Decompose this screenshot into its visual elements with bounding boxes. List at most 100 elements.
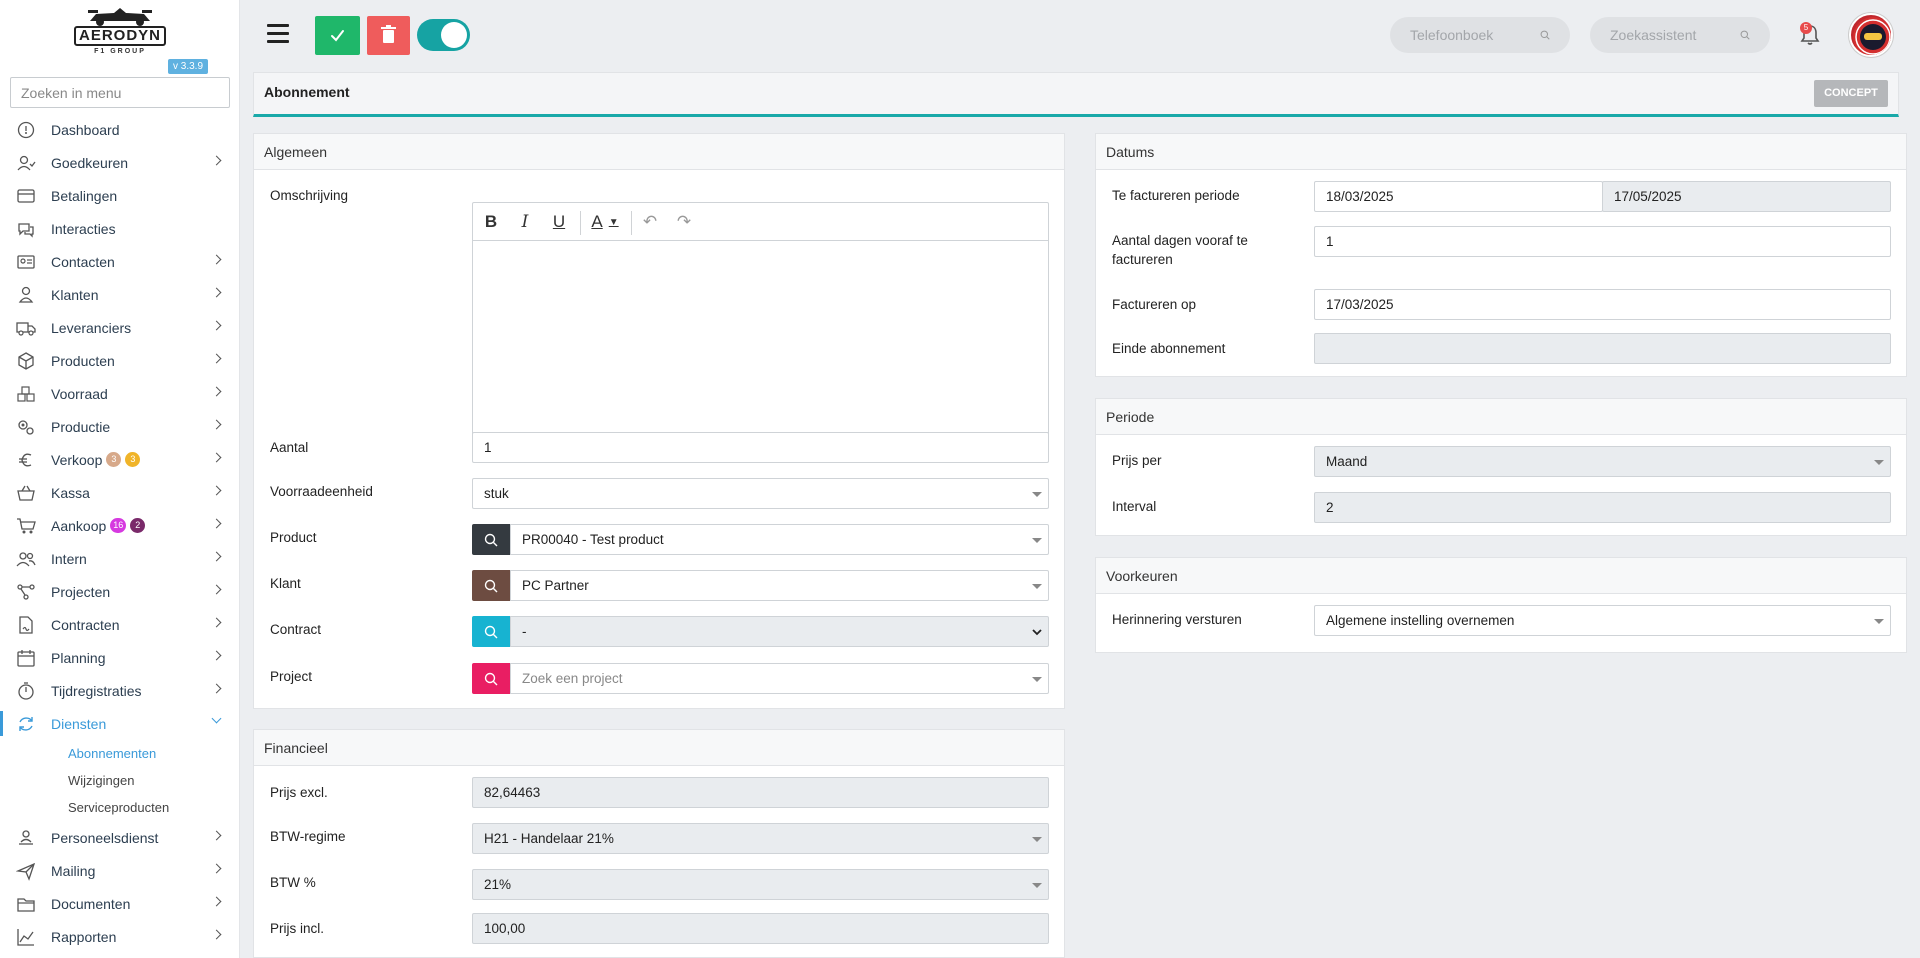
contract-search-button[interactable] xyxy=(472,616,510,647)
count-badge: 16 xyxy=(110,518,127,533)
voorraadeenheid-select[interactable]: stuk xyxy=(472,478,1049,509)
btw-regime-select[interactable]: H21 - Handelaar 21% xyxy=(472,823,1049,854)
sidebar-item-kassa[interactable]: Kassa xyxy=(0,476,239,509)
project-label: Project xyxy=(270,669,313,684)
sidebar-item-contacten[interactable]: Contacten xyxy=(0,245,239,278)
btw-pct-value: 21% xyxy=(484,877,512,892)
sidebar-item-leveranciers[interactable]: Leveranciers xyxy=(0,311,239,344)
assistant-input[interactable] xyxy=(1610,27,1740,43)
contact-card-icon xyxy=(16,252,36,272)
sidebar-item-voorraad[interactable]: Voorraad xyxy=(0,377,239,410)
btw-pct-select[interactable]: 21% xyxy=(472,869,1049,900)
sidebar-item-label: Contracten xyxy=(51,616,120,633)
sidebar-item-diensten[interactable]: Diensten xyxy=(0,707,239,740)
save-button[interactable] xyxy=(315,16,360,55)
sidebar-item-personeelsdienst[interactable]: Personeelsdienst xyxy=(0,821,239,854)
sidebar-item-mailing[interactable]: Mailing xyxy=(0,854,239,887)
redo-icon[interactable]: ↷ xyxy=(673,212,695,232)
check-icon xyxy=(331,30,344,42)
search-icon xyxy=(484,672,498,685)
avatar[interactable] xyxy=(1849,13,1893,57)
sidebar-item-goedkeuren[interactable]: Goedkeuren xyxy=(0,146,239,179)
dagen-label-line1: Aantal dagen vooraf te xyxy=(1112,233,1248,248)
menu-search-input[interactable] xyxy=(10,77,230,108)
dagen-label-line2: factureren xyxy=(1112,252,1173,267)
sidebar-item-planning[interactable]: Planning xyxy=(0,641,239,674)
chevron-right-icon xyxy=(211,584,222,595)
sidebar-item-producten[interactable]: Producten xyxy=(0,344,239,377)
chevron-right-icon xyxy=(211,320,222,331)
interval-input[interactable]: 2 xyxy=(1314,492,1891,523)
product-value: PR00040 - Test product xyxy=(522,532,664,547)
sidebar-item-label: Betalingen xyxy=(51,187,118,204)
sidebar-item-label: Productie xyxy=(51,418,111,435)
editor-content[interactable] xyxy=(473,241,1048,439)
periode-to-input[interactable]: 17/05/2025 xyxy=(1602,181,1891,212)
prijs-incl-input[interactable]: 100,00 xyxy=(472,913,1049,944)
sidebar-item-klanten[interactable]: Klanten xyxy=(0,278,239,311)
phonebook-input[interactable] xyxy=(1410,27,1540,43)
chevron-right-icon xyxy=(211,386,222,397)
sidebar-item-label: Interacties xyxy=(51,220,116,237)
sidebar-item-projecten[interactable]: Projecten xyxy=(0,575,239,608)
sidebar-item-intern[interactable]: Intern xyxy=(0,542,239,575)
omschrijving-editor: B I U A ▼ ↶ ↷ xyxy=(472,202,1049,439)
chevron-down-icon xyxy=(1032,629,1042,636)
send-icon xyxy=(16,861,36,881)
interval-label: Interval xyxy=(1112,499,1157,514)
sidebar-item-betalingen[interactable]: Betalingen xyxy=(0,179,239,212)
chevron-right-icon xyxy=(211,929,222,940)
prijs-per-select[interactable]: Maand xyxy=(1314,446,1891,477)
status-toggle[interactable] xyxy=(417,19,470,51)
dagen-input[interactable]: 1 xyxy=(1314,226,1891,257)
chevron-right-icon xyxy=(211,353,222,364)
chevron-right-icon xyxy=(211,485,222,496)
klant-search-button[interactable] xyxy=(472,570,510,601)
status-badge[interactable]: CONCEPT xyxy=(1814,80,1888,107)
panel-heading: Periode xyxy=(1096,399,1906,435)
font-color-icon[interactable]: A ▼ xyxy=(586,212,624,232)
phonebook-search[interactable] xyxy=(1390,17,1570,53)
sidebar-item-dashboard[interactable]: Dashboard xyxy=(0,113,239,146)
product-search-button[interactable] xyxy=(472,524,510,555)
einde-input[interactable] xyxy=(1314,333,1891,364)
chevron-right-icon xyxy=(211,452,222,463)
chevron-down-icon xyxy=(211,713,222,724)
sidebar-subitem-abonnementen[interactable]: Abonnementen xyxy=(0,740,239,767)
underline-icon[interactable]: U xyxy=(548,212,570,232)
sidebar-subitem-wijzigingen[interactable]: Wijzigingen xyxy=(0,767,239,794)
sidebar-item-rapporten[interactable]: Rapporten xyxy=(0,920,239,953)
sidebar-item-documenten[interactable]: Documenten xyxy=(0,887,239,920)
btw-regime-value: H21 - Handelaar 21% xyxy=(484,831,614,846)
prijs-excl-input[interactable]: 82,64463 xyxy=(472,777,1049,808)
periode-from-input[interactable]: 18/03/2025 xyxy=(1314,181,1603,212)
product-select[interactable]: PR00040 - Test product xyxy=(510,524,1049,555)
aantal-input[interactable]: 1 xyxy=(472,432,1049,463)
assistant-search[interactable] xyxy=(1590,17,1770,53)
factureren-op-input[interactable]: 17/03/2025 xyxy=(1314,289,1891,320)
sidebar-item-contracten[interactable]: Contracten xyxy=(0,608,239,641)
sidebar-item-productie[interactable]: Productie xyxy=(0,410,239,443)
klant-select[interactable]: PC Partner xyxy=(510,570,1049,601)
sidebar-item-tijdregistraties[interactable]: Tijdregistraties xyxy=(0,674,239,707)
sidebar-item-interacties[interactable]: Interacties xyxy=(0,212,239,245)
delete-button[interactable] xyxy=(367,16,410,55)
undo-icon[interactable]: ↶ xyxy=(639,212,661,232)
prijs-per-value: Maand xyxy=(1326,454,1368,469)
factureren-op-label: Factureren op xyxy=(1112,297,1197,312)
herinnering-select[interactable]: Algemene instelling overnemen xyxy=(1314,605,1891,636)
logo-subtext: F1 GROUP xyxy=(94,48,146,55)
project-select[interactable]: Zoek een project xyxy=(510,663,1049,694)
sidebar-item-aankoop[interactable]: Aankoop 16 2 xyxy=(0,509,239,542)
project-search-button[interactable] xyxy=(472,663,510,694)
bold-icon[interactable]: B xyxy=(480,212,502,232)
contract-select[interactable]: - xyxy=(510,616,1049,647)
menu-toggle-icon[interactable] xyxy=(267,24,289,44)
sidebar-subitem-serviceproducten[interactable]: Serviceproducten xyxy=(0,794,239,821)
box-icon xyxy=(16,351,36,371)
aerodyn-logo[interactable]: AERODYN F1 GROUP xyxy=(72,2,168,56)
italic-icon[interactable]: I xyxy=(514,212,536,232)
sidebar-item-verkoop[interactable]: Verkoop 3 3 xyxy=(0,443,239,476)
chevron-right-icon xyxy=(211,617,222,628)
contract-icon xyxy=(16,615,36,635)
